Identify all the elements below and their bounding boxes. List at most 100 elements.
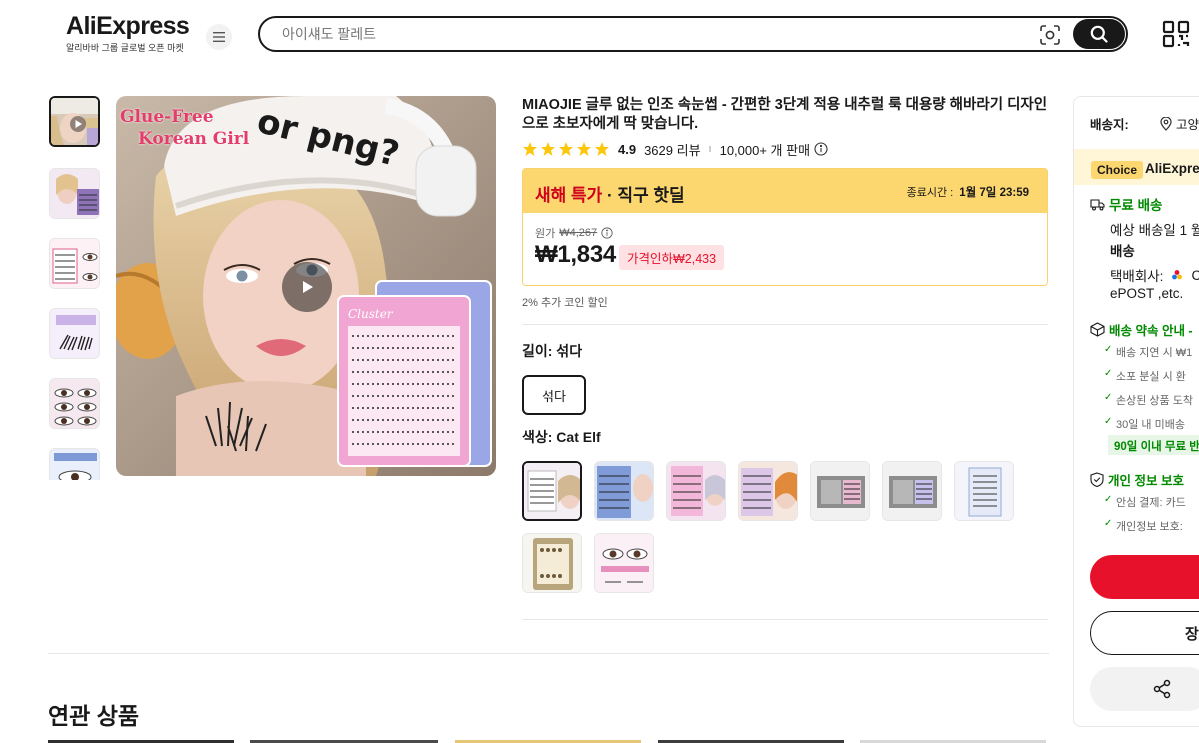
choice-text: AliExpre	[1145, 161, 1199, 176]
length-option-mix[interactable]: 섞다	[522, 375, 586, 415]
promo-header: 새해 특가 · 직구 핫딜 종료시간 : 1월 7일 23:59	[523, 169, 1047, 213]
privacy-item: 안심 결제: 카드	[1104, 494, 1186, 510]
rating-value: 4.9	[618, 141, 637, 157]
thumbnail-list	[48, 96, 102, 480]
estimated-delivery-line2: 배송	[1110, 244, 1135, 259]
choice-banner: Choice AliExpre	[1074, 149, 1199, 185]
ship-to-location[interactable]: 고양	[1160, 114, 1199, 133]
separator: ı	[708, 143, 712, 155]
price-drop-badge: 가격인하₩2,433	[619, 245, 725, 270]
carrier-label: 택배회사:	[1110, 269, 1164, 284]
delivery-promise-row[interactable]: 배송 약속 안내 -	[1090, 320, 1193, 339]
promo-end-time: 종료시간 : 1월 7일 23:59	[907, 184, 1029, 200]
color-swatch-4[interactable]	[738, 461, 798, 521]
section-divider	[48, 653, 1049, 654]
thumbnail-5[interactable]	[49, 378, 100, 429]
privacy-item: 개인정보 보호:	[1104, 518, 1183, 534]
promo-end-label: 종료시간 :	[906, 187, 954, 199]
promo-name-highlight: 새해 특가	[535, 186, 603, 205]
logo-text: AliExpress	[66, 12, 190, 40]
color-swatch-9[interactable]	[594, 533, 654, 593]
color-swatch-7[interactable]	[954, 461, 1014, 521]
privacy-title: 개인 정보 보호	[1108, 474, 1184, 488]
image-search-button[interactable]	[1038, 23, 1062, 47]
current-price: ₩1,834	[535, 241, 616, 268]
logo-tagline: 알리바바 그룹 글로벌 오픈 마켓	[66, 43, 184, 53]
location-pin-icon	[1160, 116, 1172, 131]
overlay-line-1: Glue-Free	[120, 107, 214, 127]
thumbnail-6[interactable]	[49, 448, 100, 480]
promo-end-value: 1월 7일 23:59	[959, 187, 1029, 199]
star-icon	[541, 142, 555, 156]
search-input[interactable]	[282, 18, 1022, 50]
star-icon	[577, 142, 591, 156]
promise-item: 배송 지연 시 ₩1	[1104, 344, 1192, 360]
color-swatches	[522, 461, 1042, 593]
product-info: MIAOJIE 글루 없는 인조 속눈썹 - 간편한 3단계 적용 내추럴 룩 …	[522, 96, 1048, 620]
original-price-row: 원가 ₩4,267	[535, 225, 613, 241]
review-count-link[interactable]: 3629 리뷰	[644, 140, 700, 159]
share-icon	[1153, 679, 1171, 699]
related-products-title: 연관 상품	[48, 703, 140, 729]
aliexpress-logo[interactable]: AliExpress 알리바바 그룹 글로벌 오픈 마켓	[66, 12, 191, 54]
star-icon	[595, 142, 609, 156]
main-product-image[interactable]: or png? Cluster Glue-Free Korean Girl	[116, 96, 496, 476]
promise-item: 손상된 상품 도착	[1104, 392, 1193, 408]
thumbnail-4[interactable]	[49, 308, 100, 359]
search-icon	[1090, 25, 1108, 43]
thumbnail-2[interactable]	[49, 168, 100, 219]
color-swatch-3[interactable]	[666, 461, 726, 521]
add-to-cart-label: 장	[1185, 626, 1199, 643]
length-label: 길이: 섞다	[522, 343, 583, 359]
carrier-logo-icon	[1172, 270, 1183, 280]
pack-label: Cluster	[348, 307, 394, 321]
choice-badge: Choice	[1091, 161, 1144, 179]
carrier-row: 택배회사: C	[1110, 265, 1199, 285]
price-section: 원가 ₩4,267 ₩1,834 가격인하₩2,433	[523, 213, 1047, 285]
search-bar	[258, 16, 1128, 52]
free-shipping-row: 무료 배송	[1090, 194, 1162, 214]
thumbnail-video[interactable]	[49, 96, 100, 147]
sold-count: 10,000+ 개 판매	[719, 142, 811, 158]
qr-code-button[interactable]	[1162, 20, 1190, 48]
truck-icon	[1090, 198, 1105, 210]
coin-discount: 2% 추가 코인 할인	[522, 297, 608, 309]
length-options: 섞다	[522, 375, 1048, 415]
box-icon	[1090, 322, 1105, 337]
search-button[interactable]	[1073, 19, 1125, 49]
divider	[522, 619, 1048, 620]
add-to-cart-button[interactable]: 장	[1090, 611, 1199, 655]
info-icon[interactable]	[601, 227, 613, 239]
divider	[522, 324, 1048, 325]
color-swatch-5[interactable]	[810, 461, 870, 521]
privacy-row[interactable]: 개인 정보 보호	[1090, 470, 1184, 489]
overlay-line-2: Korean Girl	[138, 129, 250, 149]
buy-now-button[interactable]	[1090, 555, 1199, 599]
play-icon	[303, 281, 313, 293]
camera-scan-icon	[1040, 25, 1060, 45]
delivery-promise-title: 배송 약속 안내 -	[1109, 324, 1193, 338]
promise-item: 소포 분실 시 환	[1104, 368, 1186, 384]
original-price: ₩4,267	[559, 227, 598, 239]
promo-name-rest: · 직구 핫딜	[602, 186, 685, 205]
star-icon	[559, 142, 573, 156]
color-swatch-8[interactable]	[522, 533, 582, 593]
info-icon[interactable]	[814, 142, 828, 156]
hamburger-icon	[213, 32, 225, 42]
color-swatch-6[interactable]	[882, 461, 942, 521]
free-shipping-label: 무료 배송	[1109, 198, 1163, 213]
color-swatch-cat-elf[interactable]	[522, 461, 582, 521]
color-swatch-2[interactable]	[594, 461, 654, 521]
carrier-value: C	[1191, 268, 1199, 283]
free-return-pill: 90일 이내 무료 반	[1108, 435, 1199, 455]
share-button[interactable]	[1090, 667, 1199, 711]
overlay-caption: Glue-Free Korean Girl	[120, 106, 249, 150]
ship-to-label: 배송지:	[1090, 118, 1129, 132]
estimated-delivery: 예상 배송일 1 월	[1110, 223, 1199, 238]
thumbnail-3[interactable]	[49, 238, 100, 289]
play-video-button[interactable]	[282, 262, 332, 312]
promo-name: 새해 특가 · 직구 핫딜	[535, 181, 685, 206]
carrier-line2: ePOST ,etc.	[1110, 286, 1184, 301]
menu-button[interactable]	[206, 24, 232, 50]
header: AliExpress 알리바바 그룹 글로벌 오픈 마켓	[0, 0, 1199, 70]
